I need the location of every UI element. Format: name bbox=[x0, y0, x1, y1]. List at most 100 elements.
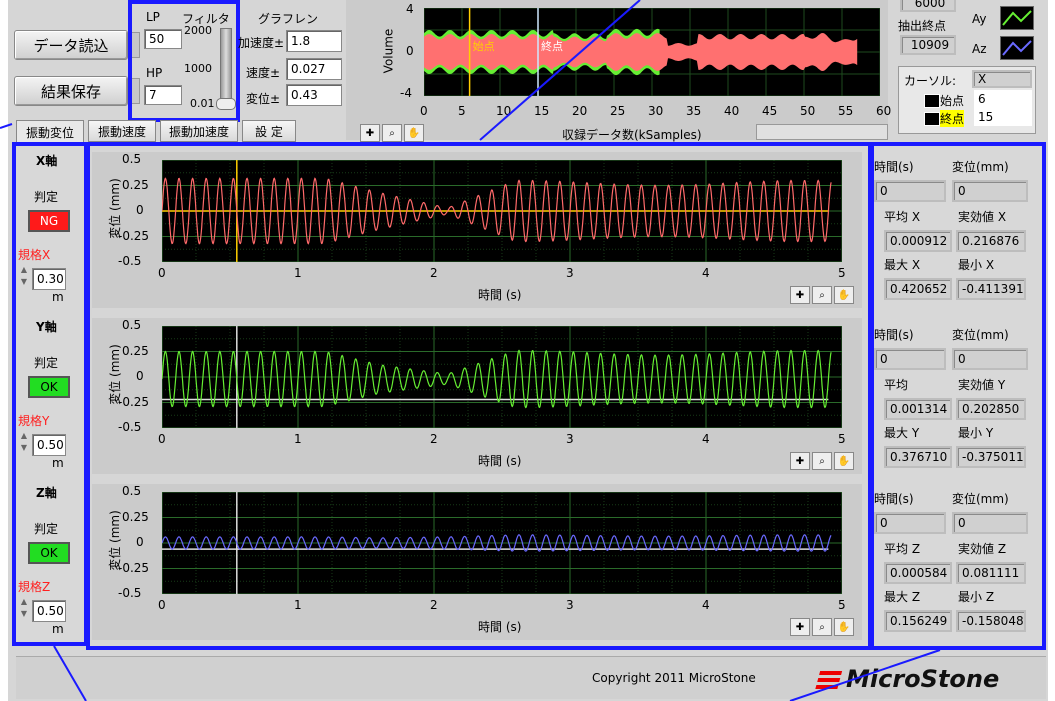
judge-label: 判定 bbox=[34, 356, 59, 370]
pan-hand-icon[interactable]: ✋ bbox=[834, 618, 854, 636]
chart-xtick: 3 bbox=[566, 432, 574, 446]
crosshair-icon[interactable]: ✚ bbox=[360, 124, 380, 142]
spec-label: 規格Y bbox=[18, 414, 50, 428]
chart-xtick: 5 bbox=[838, 432, 846, 446]
volume-xlabel: 収録データ数(kSamples) bbox=[562, 128, 702, 142]
tab-acceleration[interactable]: 振動加速度 bbox=[160, 120, 238, 142]
chart-xtick: 1 bbox=[294, 432, 302, 446]
stat-avg-label: 平均 bbox=[884, 378, 909, 392]
volume-xtick: 30 bbox=[648, 104, 664, 118]
pan-hand-icon[interactable]: ✋ bbox=[404, 124, 424, 142]
cursor-axis[interactable]: X bbox=[972, 70, 1032, 88]
spec-input[interactable]: 0.30 bbox=[32, 268, 66, 290]
volume-xtick: 5 bbox=[458, 104, 466, 118]
hp-input[interactable]: 7 bbox=[144, 85, 182, 105]
tab-settings[interactable]: 設 定 bbox=[242, 120, 296, 142]
crosshair-icon[interactable]: ✚ bbox=[790, 286, 810, 304]
chart-ytick: 0 bbox=[136, 535, 144, 549]
end-marker-label: 終点 bbox=[541, 39, 563, 53]
chart-xtick: 2 bbox=[430, 598, 438, 612]
axis-title: Z軸 bbox=[36, 486, 57, 500]
crosshair-icon[interactable]: ✚ bbox=[790, 618, 810, 636]
chart-ytick: 0.5 bbox=[122, 152, 142, 166]
volume-xtick: 0 bbox=[420, 104, 428, 118]
save-results-button[interactable]: 結果保存 bbox=[14, 76, 128, 106]
chart-2-plot[interactable] bbox=[161, 491, 843, 595]
spec-stepper-icon[interactable]: ▲ ▼ bbox=[18, 430, 30, 456]
chart-ytick: -0.25 bbox=[118, 228, 150, 243]
chart-xtick: 5 bbox=[838, 598, 846, 612]
velocity-range-input[interactable]: 0.027 bbox=[286, 58, 342, 80]
zoom-icon[interactable]: ⌕ bbox=[812, 618, 832, 636]
chart-0-xlabel: 時間 (s) bbox=[478, 288, 522, 302]
chart-ytick: -0.5 bbox=[118, 420, 142, 434]
volume-xtick: 35 bbox=[686, 104, 702, 118]
chart-xtick: 3 bbox=[566, 598, 574, 612]
cursor-start-value[interactable]: 6 bbox=[974, 90, 1032, 108]
volume-xtick: 40 bbox=[724, 104, 740, 118]
volume-xtick: 25 bbox=[610, 104, 626, 118]
tab-displacement[interactable]: 振動変位 bbox=[16, 120, 84, 144]
chart-1-waveform bbox=[161, 325, 843, 429]
chart-ytick: -0.25 bbox=[118, 560, 150, 575]
chart-0-waveform bbox=[161, 159, 843, 263]
cursor-start-swatch bbox=[924, 94, 940, 108]
filter-slider-handle[interactable] bbox=[216, 98, 236, 110]
disp-range-input[interactable]: 0.43 bbox=[286, 84, 342, 106]
legend-az-swatch bbox=[1000, 36, 1034, 60]
stat-avg-label: 平均 Z bbox=[884, 542, 921, 556]
stat-time-label: 時間(s) bbox=[874, 160, 914, 174]
chart-0-plot[interactable] bbox=[161, 159, 843, 263]
filter-scale-1000: 1000 bbox=[184, 62, 212, 75]
chart-ytick: 0 bbox=[136, 369, 144, 383]
stat-max-value: 0.420652 bbox=[884, 278, 952, 300]
zoom-icon[interactable]: ⌕ bbox=[382, 124, 402, 142]
spec-stepper-icon[interactable]: ▲ ▼ bbox=[18, 596, 30, 622]
microstone-logo-text: MicroStone bbox=[846, 665, 1000, 693]
pan-hand-icon[interactable]: ✋ bbox=[834, 452, 854, 470]
graph-range-title: グラフレン bbox=[258, 12, 319, 26]
crosshair-icon[interactable]: ✚ bbox=[790, 452, 810, 470]
stat-max-label: 最大 X bbox=[884, 258, 921, 272]
volume-ytick-0: 0 bbox=[406, 44, 414, 58]
judge-status-indicator: NG bbox=[28, 210, 70, 232]
volume-ytick-neg4: -4 bbox=[400, 86, 412, 100]
load-data-button[interactable]: データ読込 bbox=[14, 30, 128, 60]
stat-disp-value: 0 bbox=[952, 512, 1028, 534]
cursor-end-value[interactable]: 15 bbox=[974, 108, 1032, 126]
volume-scrollbar[interactable] bbox=[756, 124, 888, 140]
accel-range-input[interactable]: 1.8 bbox=[286, 30, 342, 52]
chart-xtick: 4 bbox=[702, 598, 710, 612]
legend-az-label: Az bbox=[972, 42, 987, 56]
volume-plot[interactable]: 始点 終点 bbox=[423, 7, 881, 97]
stat-disp-value: 0 bbox=[952, 348, 1028, 370]
stat-avg-label: 平均 X bbox=[884, 210, 921, 224]
stat-time-value: 0 bbox=[874, 512, 946, 534]
disp-label: 変位± bbox=[246, 92, 281, 106]
chart-xtick: 2 bbox=[430, 432, 438, 446]
spec-label: 規格Z bbox=[18, 580, 51, 594]
chart-xtick: 4 bbox=[702, 266, 710, 280]
spec-stepper-icon[interactable]: ▲ ▼ bbox=[18, 264, 30, 290]
stat-rms-value: 0.216876 bbox=[956, 230, 1026, 252]
zoom-icon[interactable]: ⌕ bbox=[812, 452, 832, 470]
start-marker-label: 始点 bbox=[473, 39, 495, 53]
stat-min-label: 最小 Y bbox=[958, 426, 994, 440]
stat-disp-label: 変位(mm) bbox=[952, 492, 1009, 506]
tab-velocity[interactable]: 振動速度 bbox=[88, 120, 156, 142]
accel-label: 加速度± bbox=[238, 36, 285, 50]
spec-input[interactable]: 0.50 bbox=[32, 434, 66, 456]
stat-min-value: -0.158048 bbox=[956, 610, 1026, 632]
zoom-icon[interactable]: ⌕ bbox=[812, 286, 832, 304]
stat-rms-value: 0.202850 bbox=[956, 398, 1026, 420]
stat-avg-value: 0.000584 bbox=[884, 562, 952, 584]
chart-xtick: 1 bbox=[294, 266, 302, 280]
volume-ytick-4: 4 bbox=[406, 2, 414, 16]
judge-status-indicator: OK bbox=[28, 542, 70, 564]
filter-slider[interactable] bbox=[220, 28, 232, 106]
chart-1-plot[interactable] bbox=[161, 325, 843, 429]
spec-input[interactable]: 0.50 bbox=[32, 600, 66, 622]
pan-hand-icon[interactable]: ✋ bbox=[834, 286, 854, 304]
lp-input[interactable]: 50 bbox=[144, 29, 182, 49]
judge-status-indicator: OK bbox=[28, 376, 70, 398]
